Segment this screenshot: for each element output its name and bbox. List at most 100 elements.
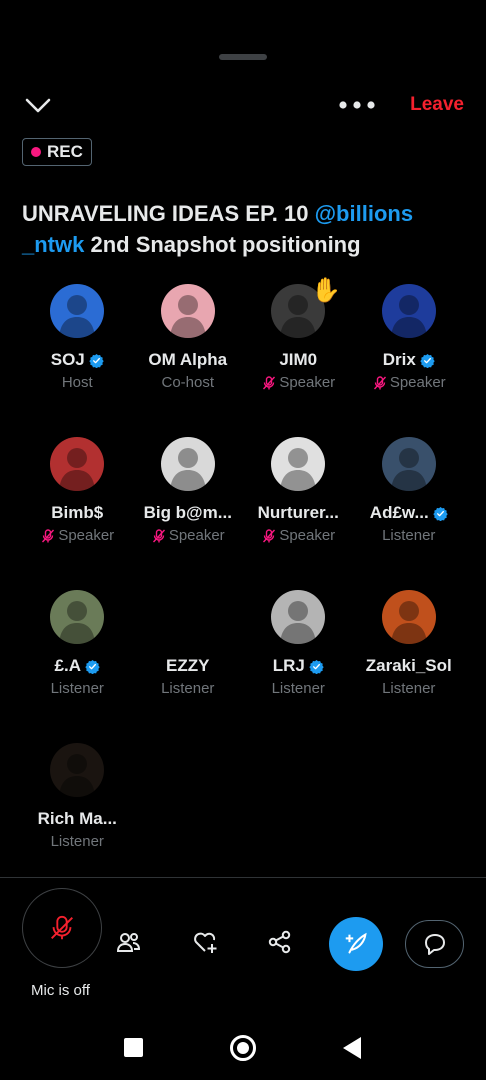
avatar bbox=[50, 437, 105, 491]
people-icon bbox=[116, 933, 141, 952]
participant-name: OM Alpha bbox=[148, 350, 228, 369]
participant-role-row: Listener bbox=[51, 680, 104, 697]
participant-role-row: Speaker bbox=[151, 527, 225, 544]
participants-button[interactable] bbox=[113, 926, 145, 958]
mic-muted-icon bbox=[42, 528, 55, 542]
verified-badge-icon bbox=[420, 353, 435, 368]
compose-post-button[interactable] bbox=[329, 917, 383, 971]
verified-badge-icon bbox=[85, 659, 100, 674]
divider bbox=[0, 877, 486, 878]
feather-plus-icon bbox=[345, 932, 367, 954]
participant-card[interactable]: Big b@m... Speaker bbox=[133, 437, 244, 590]
participant-name-row: OM Alpha bbox=[148, 350, 227, 370]
drag-handle[interactable] bbox=[219, 54, 267, 60]
participant-card[interactable]: £.A Listener bbox=[22, 590, 133, 743]
title-text-tail: 2nd Snapshot positioning bbox=[84, 232, 361, 257]
leave-button[interactable]: Leave bbox=[410, 94, 464, 116]
participant-card[interactable]: SOJ Host bbox=[22, 284, 133, 437]
title-text: UNRAVELING IDEAS EP. 10 bbox=[22, 201, 315, 226]
more-options-icon[interactable] bbox=[338, 98, 376, 112]
participant-role-row: Co-host bbox=[161, 374, 214, 391]
home-button[interactable] bbox=[230, 1035, 256, 1061]
mic-muted-icon bbox=[373, 375, 386, 389]
participant-card[interactable]: Rich Ma... Listener bbox=[22, 743, 133, 896]
mic-status-label: Mic is off bbox=[31, 982, 90, 999]
participant-card[interactable]: EZZY Listener bbox=[133, 590, 244, 743]
participant-name-row: LRJ bbox=[273, 656, 324, 676]
participant-card[interactable]: Bimb$ Speaker bbox=[22, 437, 133, 590]
participant-role: Speaker bbox=[389, 374, 446, 391]
participant-card[interactable]: LRJ Listener bbox=[243, 590, 354, 743]
recording-badge: REC bbox=[22, 138, 92, 166]
mic-muted-icon bbox=[152, 528, 165, 542]
participant-role-row: Listener bbox=[161, 680, 214, 697]
participant-name-row: Rich Ma... bbox=[38, 809, 117, 829]
participant-name: Big b@m... bbox=[143, 503, 232, 522]
participant-card[interactable]: Drix Speaker bbox=[354, 284, 465, 437]
raised-hand-icon: ✋ bbox=[311, 277, 341, 304]
participant-name: Rich Ma... bbox=[37, 809, 117, 828]
share-icon bbox=[268, 930, 291, 954]
speech-bubble-icon bbox=[424, 934, 445, 955]
avatar bbox=[381, 284, 436, 338]
participant-name-row: Drix bbox=[383, 350, 435, 370]
avatar bbox=[381, 437, 436, 491]
avatar bbox=[160, 284, 215, 338]
participant-role: Listener bbox=[50, 680, 104, 697]
participant-name: Bimb$ bbox=[51, 503, 104, 522]
recent-apps-button[interactable] bbox=[124, 1038, 143, 1057]
back-button[interactable] bbox=[343, 1037, 361, 1059]
participant-name-row: EZZY bbox=[166, 656, 209, 676]
participant-role: Listener bbox=[161, 680, 215, 697]
participant-name-row: Ad£w... bbox=[370, 503, 448, 523]
participant-card[interactable]: Nurturer... Speaker bbox=[243, 437, 354, 590]
participant-role-row: Listener bbox=[51, 833, 104, 850]
mic-muted-icon bbox=[263, 528, 276, 542]
participant-name-row: SOJ bbox=[51, 350, 104, 370]
avatar bbox=[50, 590, 105, 644]
avatar bbox=[160, 437, 215, 491]
share-button[interactable] bbox=[264, 926, 296, 958]
participant-card[interactable]: OM Alpha Co-host bbox=[133, 284, 244, 437]
participant-name: EZZY bbox=[166, 656, 210, 675]
participant-role: Listener bbox=[382, 680, 436, 697]
participant-role: Listener bbox=[382, 527, 436, 544]
participant-name: JIM0 bbox=[279, 350, 318, 369]
participant-card[interactable]: Zaraki_Sol Listener bbox=[354, 590, 465, 743]
avatar bbox=[271, 590, 326, 644]
participant-role-row: Listener bbox=[382, 680, 435, 697]
avatar bbox=[271, 437, 326, 491]
space-title: UNRAVELING IDEAS EP. 10 @billions _ntwk … bbox=[22, 198, 462, 260]
chevron-down-icon[interactable] bbox=[24, 94, 52, 118]
participant-name: LRJ bbox=[272, 656, 305, 675]
participant-role: Speaker bbox=[58, 527, 115, 544]
participant-role-row: Speaker bbox=[261, 527, 335, 544]
participant-role: Speaker bbox=[279, 374, 336, 391]
participant-name: SOJ bbox=[50, 350, 85, 369]
avatar bbox=[381, 590, 436, 644]
participant-name-row: Nurturer... bbox=[258, 503, 339, 523]
participant-name-row: Zaraki_Sol bbox=[366, 656, 452, 676]
verified-badge-icon bbox=[433, 506, 448, 521]
verified-badge-icon bbox=[309, 659, 324, 674]
participants-grid: SOJ Host OM Alpha Co-host ✋ JIM0 Speaker Drix Sp… bbox=[22, 277, 465, 896]
participant-name: Nurturer... bbox=[257, 503, 339, 522]
participant-role: Host bbox=[61, 374, 93, 391]
participant-role: Speaker bbox=[168, 527, 225, 544]
participant-role-row: Listener bbox=[382, 527, 435, 544]
react-button[interactable] bbox=[189, 926, 221, 958]
participant-name-row: JIM0 bbox=[279, 350, 317, 370]
participant-role-row: Speaker bbox=[372, 374, 446, 391]
participant-role-row: Speaker bbox=[261, 374, 335, 391]
participant-role-row: Host bbox=[62, 374, 93, 391]
participant-name: Ad£w... bbox=[369, 503, 429, 522]
comments-button[interactable] bbox=[405, 920, 464, 968]
avatar bbox=[160, 590, 215, 644]
participant-card[interactable]: ✋ JIM0 Speaker bbox=[243, 277, 354, 437]
mic-toggle-button[interactable] bbox=[22, 888, 102, 968]
participant-name: £.A bbox=[54, 656, 81, 675]
participant-name: Zaraki_Sol bbox=[365, 656, 452, 675]
participant-card[interactable]: Ad£w... Listener bbox=[354, 437, 465, 590]
participant-name-row: £.A bbox=[55, 656, 100, 676]
avatar bbox=[50, 743, 105, 797]
